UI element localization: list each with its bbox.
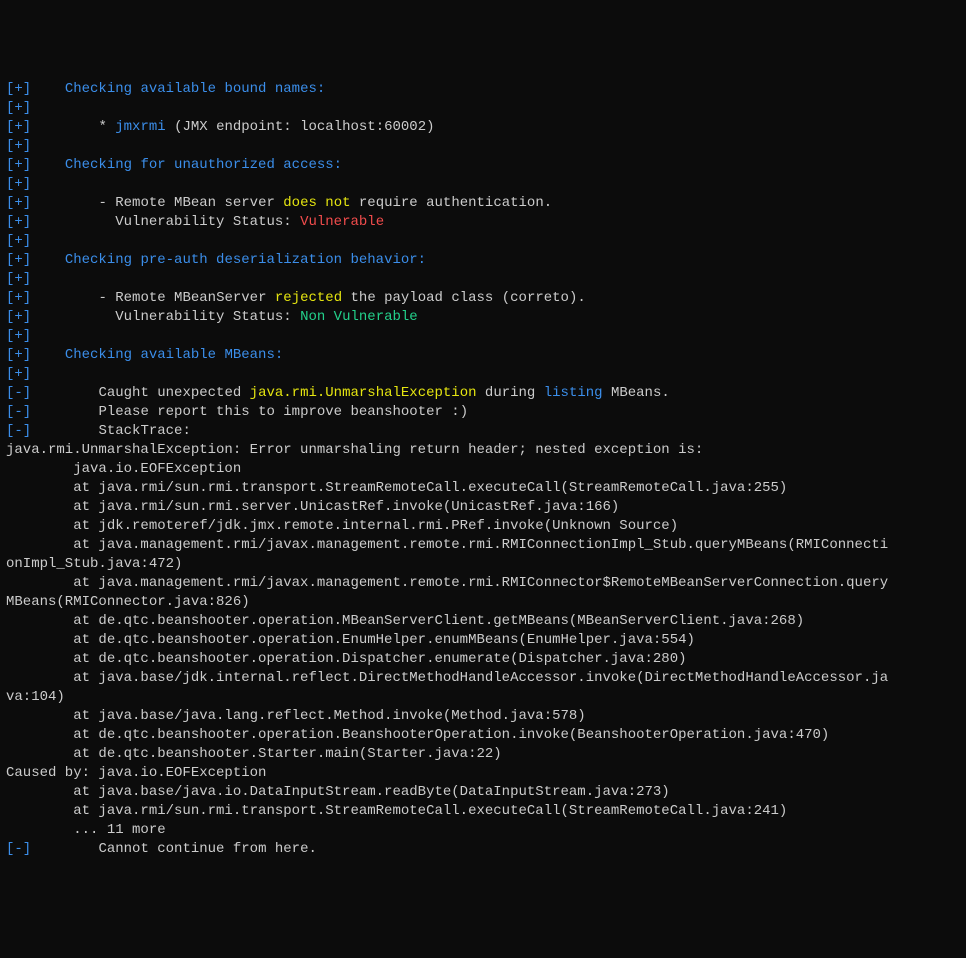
prefix-minus: [-]: [6, 423, 31, 439]
prefix-plus: [+]: [6, 100, 31, 116]
report-hint: Please report this to improve beanshoote…: [98, 404, 468, 420]
stacktrace-label: StackTrace:: [98, 423, 190, 439]
stacktrace-line: MBeans(RMIConnector.java:826): [6, 594, 250, 610]
stacktrace-line: at de.qtc.beanshooter.operation.Dispatch…: [6, 651, 687, 667]
stacktrace-line: at de.qtc.beanshooter.operation.MBeanSer…: [6, 613, 804, 629]
stacktrace-line: onImpl_Stub.java:472): [6, 556, 182, 572]
deser-flag: rejected: [275, 290, 342, 306]
section-header: Checking pre-auth deserialization behavi…: [65, 252, 426, 268]
stacktrace-line: java.io.EOFException: [6, 461, 241, 477]
vuln-label: Vulnerability Status:: [98, 214, 300, 230]
stacktrace-line: at java.base/java.lang.reflect.Method.in…: [6, 708, 586, 724]
stacktrace-line: at de.qtc.beanshooter.operation.EnumHelp…: [6, 632, 695, 648]
stacktrace-line: at java.management.rmi/javax.management.…: [6, 537, 888, 553]
vuln-status: Non Vulnerable: [300, 309, 418, 325]
terminal-output: [+] Checking available bound names: [+] …: [6, 80, 960, 859]
stacktrace-line: at java.rmi/sun.rmi.server.UnicastRef.in…: [6, 499, 619, 515]
stacktrace-line: at jdk.remoteref/jdk.jmx.remote.internal…: [6, 518, 678, 534]
prefix-minus: [-]: [6, 404, 31, 420]
stacktrace-line: va:104): [6, 689, 65, 705]
prefix-plus: [+]: [6, 138, 31, 154]
prefix-plus: [+]: [6, 195, 31, 211]
auth-flag: does not: [283, 195, 350, 211]
section-header: Checking available bound names:: [65, 81, 325, 97]
prefix-plus: [+]: [6, 119, 31, 135]
prefix-plus: [+]: [6, 271, 31, 287]
vuln-status: Vulnerable: [300, 214, 384, 230]
error-text: Caught unexpected: [98, 385, 249, 401]
stacktrace-line: at de.qtc.beanshooter.operation.Beanshoo…: [6, 727, 829, 743]
prefix-plus: [+]: [6, 252, 31, 268]
bound-name: jmxrmi: [115, 119, 165, 135]
stacktrace-line: at de.qtc.beanshooter.Starter.main(Start…: [6, 746, 502, 762]
stacktrace-line: Caused by: java.io.EOFException: [6, 765, 266, 781]
prefix-plus: [+]: [6, 157, 31, 173]
stacktrace-line: at java.rmi/sun.rmi.transport.StreamRemo…: [6, 480, 787, 496]
prefix-plus: [+]: [6, 309, 31, 325]
prefix-plus: [+]: [6, 214, 31, 230]
prefix-plus: [+]: [6, 290, 31, 306]
deser-text: Remote MBeanServer: [115, 290, 275, 306]
operation-name: listing: [544, 385, 603, 401]
prefix-plus: [+]: [6, 81, 31, 97]
prefix-plus: [+]: [6, 366, 31, 382]
auth-status-text: Remote MBean server: [115, 195, 283, 211]
stacktrace-line: at java.management.rmi/javax.management.…: [6, 575, 888, 591]
prefix-plus: [+]: [6, 347, 31, 363]
stacktrace-line: at java.rmi/sun.rmi.transport.StreamRemo…: [6, 803, 787, 819]
prefix-plus: [+]: [6, 176, 31, 192]
section-header: Checking for unauthorized access:: [65, 157, 342, 173]
stacktrace-line: ... 11 more: [6, 822, 166, 838]
prefix-minus: [-]: [6, 385, 31, 401]
prefix-plus: [+]: [6, 233, 31, 249]
cannot-continue: Cannot continue from here.: [98, 841, 316, 857]
section-header: Checking available MBeans:: [65, 347, 283, 363]
exception-class: java.rmi.UnmarshalException: [250, 385, 477, 401]
endpoint-info: (JMX endpoint: localhost:60002): [166, 119, 435, 135]
prefix-minus: [-]: [6, 841, 31, 857]
stacktrace-line: java.rmi.UnmarshalException: Error unmar…: [6, 442, 703, 458]
stacktrace-line: at java.base/jdk.internal.reflect.Direct…: [6, 670, 888, 686]
stacktrace-line: at java.base/java.io.DataInputStream.rea…: [6, 784, 670, 800]
vuln-label: Vulnerability Status:: [98, 309, 300, 325]
prefix-plus: [+]: [6, 328, 31, 344]
